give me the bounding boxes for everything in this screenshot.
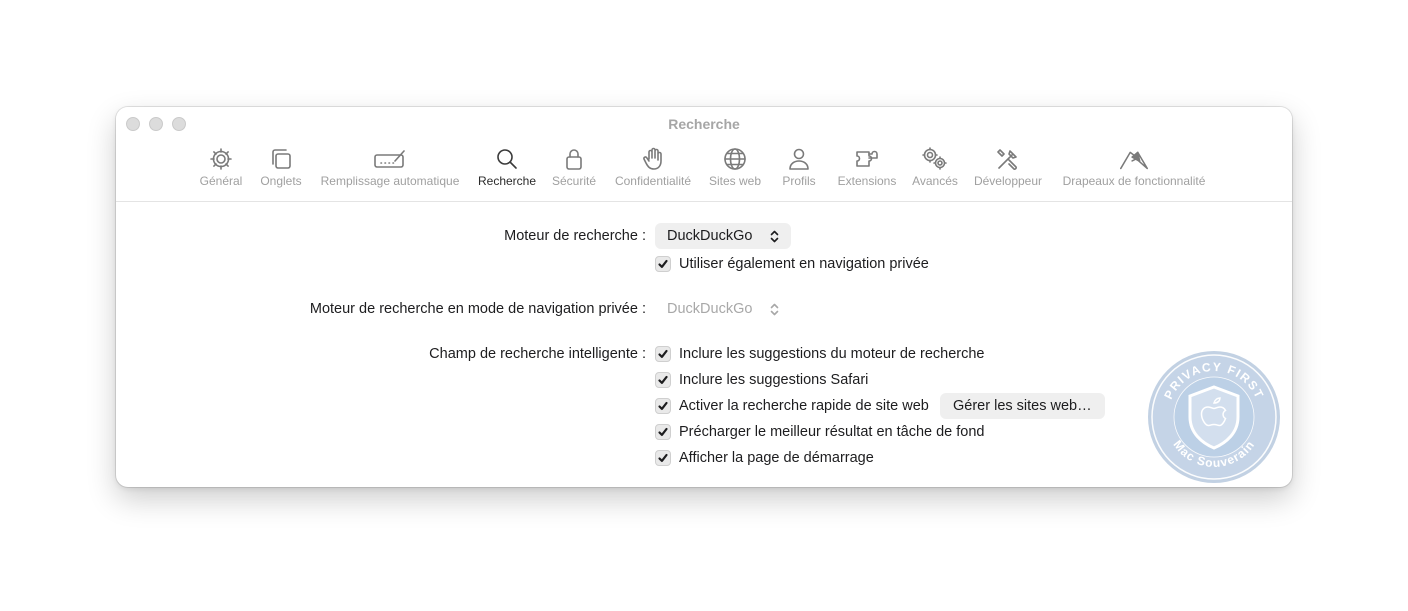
smart-field-label: Champ de recherche intelligente : bbox=[429, 346, 646, 362]
option-row[interactable]: Afficher la page de démarrage bbox=[655, 448, 874, 468]
tab-advanced[interactable]: Avancés bbox=[909, 145, 961, 195]
tab-extensions-label: Extensions bbox=[837, 174, 897, 188]
search-engine-value: DuckDuckGo bbox=[667, 228, 753, 244]
tab-autofill[interactable]: Remplissage automatique bbox=[317, 145, 463, 195]
tab-tabs-label: Onglets bbox=[260, 174, 302, 188]
tab-websites-label: Sites web bbox=[708, 174, 762, 188]
option-label: Afficher la page de démarrage bbox=[679, 450, 874, 466]
search-icon bbox=[490, 145, 524, 173]
option-checkbox[interactable] bbox=[655, 450, 671, 466]
tab-privacy-label: Confidentialité bbox=[614, 174, 692, 188]
chevron-up-down-icon bbox=[770, 303, 779, 316]
autofill-icon bbox=[373, 145, 407, 173]
tab-search-label: Recherche bbox=[477, 174, 537, 188]
lock-icon bbox=[557, 145, 591, 173]
tab-advanced-label: Avancés bbox=[912, 174, 958, 188]
tab-feature-flags-label: Drapeaux de fonctionnalité bbox=[1062, 174, 1206, 188]
search-engine-popup[interactable]: DuckDuckGo bbox=[655, 223, 791, 249]
private-also-row[interactable]: Utiliser également en navigation privée bbox=[655, 254, 929, 274]
tab-feature-flags[interactable]: Drapeaux de fonctionnalité bbox=[1056, 145, 1212, 195]
private-engine-popup[interactable]: DuckDuckGo bbox=[655, 296, 791, 322]
person-icon bbox=[782, 145, 816, 173]
title-bar: Recherche Général Onglets Remplissage au… bbox=[116, 107, 1292, 202]
tab-profiles-label: Profils bbox=[782, 174, 816, 188]
tab-security[interactable]: Sécurité bbox=[549, 145, 599, 195]
option-label: Précharger le meilleur résultat en tâche… bbox=[679, 424, 985, 440]
tab-extensions[interactable]: Extensions bbox=[834, 145, 900, 195]
tab-profiles[interactable]: Profils bbox=[776, 145, 822, 195]
globe-icon bbox=[718, 145, 752, 173]
tab-general[interactable]: Général bbox=[195, 145, 247, 195]
tab-websites[interactable]: Sites web bbox=[706, 145, 764, 195]
manage-websites-button[interactable]: Gérer les sites web… bbox=[940, 393, 1105, 419]
preferences-toolbar: Général Onglets Remplissage automatique bbox=[116, 107, 1292, 201]
flags-icon bbox=[1117, 145, 1151, 173]
tab-tabs[interactable]: Onglets bbox=[256, 145, 306, 195]
option-checkbox[interactable] bbox=[655, 346, 671, 362]
hand-icon bbox=[636, 145, 670, 173]
private-also-checkbox[interactable] bbox=[655, 256, 671, 272]
tab-general-label: Général bbox=[199, 174, 243, 188]
puzzle-icon bbox=[850, 145, 884, 173]
tabs-icon bbox=[264, 145, 298, 173]
option-row[interactable]: Inclure les suggestions Safari bbox=[655, 370, 868, 390]
private-engine-value: DuckDuckGo bbox=[667, 301, 753, 317]
tab-search[interactable]: Recherche bbox=[475, 145, 539, 195]
search-engine-label: Moteur de recherche : bbox=[504, 228, 646, 244]
option-row[interactable]: Précharger le meilleur résultat en tâche… bbox=[655, 422, 984, 442]
preferences-window: Recherche Général Onglets Remplissage au… bbox=[116, 107, 1292, 487]
option-label: Inclure les suggestions du moteur de rec… bbox=[679, 346, 985, 362]
tab-developer-label: Développeur bbox=[973, 174, 1043, 188]
option-checkbox[interactable] bbox=[655, 398, 671, 414]
option-label: Activer la recherche rapide de site web bbox=[679, 398, 929, 414]
gears-icon bbox=[918, 145, 952, 173]
option-row[interactable]: Inclure les suggestions du moteur de rec… bbox=[655, 344, 984, 364]
tab-privacy[interactable]: Confidentialité bbox=[610, 145, 696, 195]
option-row[interactable]: Activer la recherche rapide de site web bbox=[655, 396, 929, 416]
tab-security-label: Sécurité bbox=[551, 174, 597, 188]
search-settings-panel: Moteur de recherche : DuckDuckGo Utilise… bbox=[116, 202, 1292, 487]
gear-icon bbox=[204, 145, 238, 173]
option-checkbox[interactable] bbox=[655, 372, 671, 388]
tools-icon bbox=[991, 145, 1025, 173]
tab-autofill-label: Remplissage automatique bbox=[320, 174, 460, 188]
option-label: Inclure les suggestions Safari bbox=[679, 372, 869, 388]
option-checkbox[interactable] bbox=[655, 424, 671, 440]
chevron-up-down-icon bbox=[770, 230, 779, 243]
tab-developer[interactable]: Développeur bbox=[970, 145, 1046, 195]
private-engine-label: Moteur de recherche en mode de navigatio… bbox=[309, 301, 646, 317]
privacy-first-badge: PRIVACY FIRST Mac Souverain bbox=[1146, 349, 1282, 485]
private-also-label: Utiliser également en navigation privée bbox=[679, 256, 929, 272]
